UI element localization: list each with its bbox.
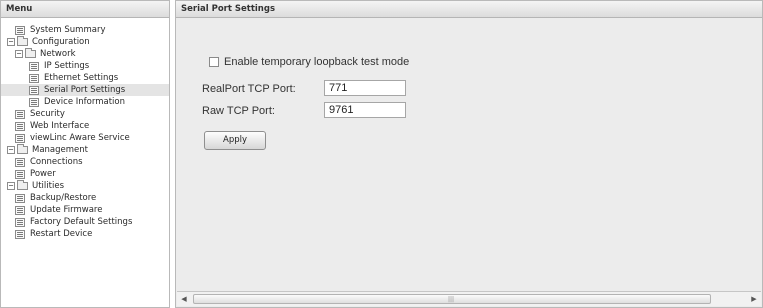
menu-item-ethernet-settings[interactable]: Ethernet Settings (1, 72, 169, 84)
page-icon (29, 97, 39, 107)
menu-item-label: Power (30, 169, 56, 179)
menu-item-label: Connections (30, 157, 83, 167)
menu-item-label: viewLinc Aware Service (30, 133, 130, 143)
page-icon (15, 229, 25, 239)
collapse-toggle-icon[interactable]: − (7, 182, 15, 190)
collapse-toggle-icon[interactable]: − (15, 50, 23, 58)
menu-item-utilities[interactable]: − Utilities (1, 180, 169, 192)
menu-item-web-interface[interactable]: Web Interface (1, 120, 169, 132)
menu-item-serial-port-settings[interactable]: Serial Port Settings (1, 84, 169, 96)
menu-item-label: Device Information (44, 97, 125, 107)
folder-icon (17, 180, 28, 190)
menu-item-label: Web Interface (30, 121, 90, 131)
realport-port-input[interactable] (324, 80, 406, 96)
horizontal-scrollbar[interactable]: ◀ ||| ▶ (177, 291, 761, 306)
scroll-left-arrow-icon[interactable]: ◀ (177, 292, 191, 306)
apply-button[interactable]: Apply (204, 131, 266, 150)
page-icon (15, 25, 25, 35)
menu-item-security[interactable]: Security (1, 108, 169, 120)
menu-header: Menu (1, 1, 169, 18)
folder-icon (25, 48, 36, 58)
page-icon (29, 85, 39, 95)
page-title: Serial Port Settings (176, 1, 762, 18)
raw-port-label: Raw TCP Port: (202, 105, 275, 117)
menu-item-label: System Summary (30, 25, 106, 35)
scroll-thumb[interactable]: ||| (193, 294, 711, 304)
realport-label: RealPort TCP Port: (202, 83, 296, 95)
page-icon (29, 61, 39, 71)
menu-item-connections[interactable]: Connections (1, 156, 169, 168)
raw-port-input[interactable] (324, 102, 406, 118)
menu-item-label: Network (40, 49, 76, 59)
menu-item-management[interactable]: − Management (1, 144, 169, 156)
page-icon (29, 73, 39, 83)
menu-item-label: Backup/Restore (30, 193, 97, 203)
folder-icon (17, 36, 28, 46)
page-icon (15, 121, 25, 131)
menu-item-update-firmware[interactable]: Update Firmware (1, 204, 169, 216)
page-icon (15, 205, 25, 215)
loopback-label: Enable temporary loopback test mode (224, 56, 410, 68)
menu-tree: System Summary − Configuration − Network IP S… (1, 18, 169, 240)
menu-item-ip-settings[interactable]: IP Settings (1, 60, 169, 72)
menu-item-label: Serial Port Settings (44, 85, 126, 95)
loopback-checkbox[interactable] (209, 57, 219, 67)
menu-item-label: Security (30, 109, 65, 119)
collapse-toggle-icon[interactable]: − (7, 146, 15, 154)
menu-item-power[interactable]: Power (1, 168, 169, 180)
menu-item-restart-device[interactable]: Restart Device (1, 228, 169, 240)
menu-item-backup-restore[interactable]: Backup/Restore (1, 192, 169, 204)
menu-item-label: Utilities (32, 181, 64, 191)
collapse-toggle-icon[interactable]: − (7, 38, 15, 46)
menu-panel: Menu System Summary − Configuration − Networ… (0, 0, 170, 308)
menu-item-label: Restart Device (30, 229, 93, 239)
page-icon (15, 133, 25, 143)
menu-item-label: Update Firmware (30, 205, 103, 215)
folder-icon (17, 144, 28, 154)
menu-item-label: IP Settings (44, 61, 90, 71)
page-icon (15, 169, 25, 179)
menu-item-label: Ethernet Settings (44, 73, 119, 83)
page-icon (15, 157, 25, 167)
menu-item-network[interactable]: − Network (1, 48, 169, 60)
content-body: Enable temporary loopback test mode Real… (176, 18, 762, 307)
page-icon (15, 109, 25, 119)
menu-item-system-summary[interactable]: System Summary (1, 24, 169, 36)
page-icon (15, 217, 25, 227)
menu-item-label: Factory Default Settings (30, 217, 133, 227)
menu-item-label: Configuration (32, 37, 90, 47)
page-icon (15, 193, 25, 203)
scroll-grip-icon: ||| (448, 296, 455, 303)
scroll-right-arrow-icon[interactable]: ▶ (747, 292, 761, 306)
menu-item-configuration[interactable]: − Configuration (1, 36, 169, 48)
menu-item-factory-default-settings[interactable]: Factory Default Settings (1, 216, 169, 228)
menu-item-label: Management (32, 145, 88, 155)
loopback-option[interactable]: Enable temporary loopback test mode (209, 56, 409, 68)
menu-item-device-information[interactable]: Device Information (1, 96, 169, 108)
content-panel: Serial Port Settings Enable temporary lo… (175, 0, 763, 308)
menu-item-viewlinc-aware-service[interactable]: viewLinc Aware Service (1, 132, 169, 144)
